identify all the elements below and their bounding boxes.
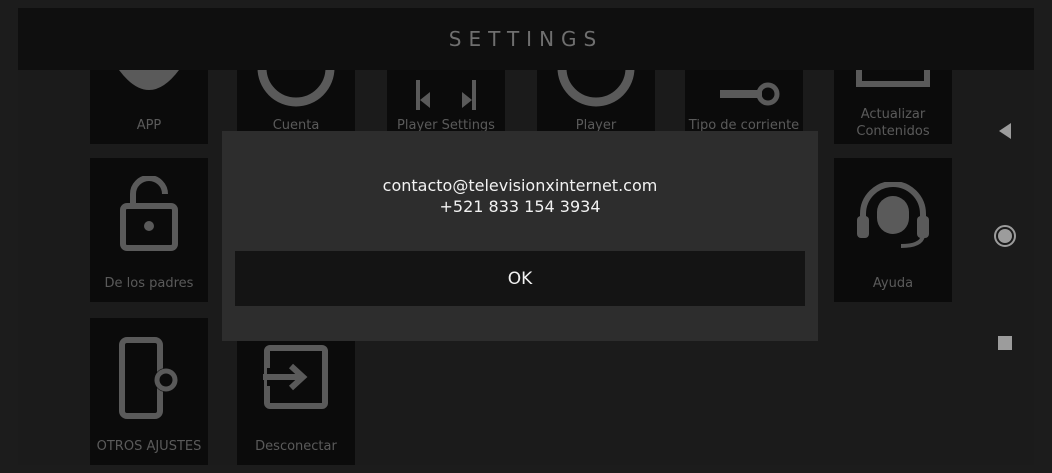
app-icon: [119, 70, 179, 90]
tile-de-los-padres[interactable]: De los padres: [90, 158, 208, 302]
lock-icon: [120, 176, 178, 251]
support-headset-icon: [857, 182, 929, 248]
tile-label: De los padres: [104, 276, 194, 291]
recents-icon[interactable]: [998, 336, 1012, 350]
update-icon: [856, 66, 930, 87]
contact-dialog: contacto@televisionxinternet.com +521 83…: [222, 131, 818, 341]
tile-label: Ayuda: [872, 276, 914, 291]
contact-phone: +521 833 154 3934: [439, 197, 601, 216]
tile-ayuda[interactable]: Ayuda: [834, 158, 952, 302]
system-navigation-bar: [976, 70, 1034, 465]
phone-settings-icon: [119, 337, 178, 419]
tile-label: Actualizar Contenidos: [856, 107, 930, 139]
logout-icon: [263, 345, 328, 409]
tile-otros-ajustes[interactable]: OTROS AJUSTES: [90, 318, 208, 465]
contact-email: contacto@televisionxinternet.com: [382, 176, 658, 195]
tile-label: Desconectar: [255, 439, 337, 454]
tile-label: OTROS AJUSTES: [96, 439, 202, 454]
back-icon[interactable]: [997, 122, 1013, 140]
player-icon: [557, 68, 635, 107]
page-title: SETTINGS: [448, 27, 604, 51]
stream-type-icon: [720, 82, 780, 106]
home-icon[interactable]: [993, 224, 1017, 248]
player-settings-icon: [416, 80, 476, 110]
account-icon: [257, 68, 335, 107]
header-bar: SETTINGS: [18, 8, 1034, 70]
tile-label: APP: [136, 118, 162, 133]
ok-button[interactable]: OK: [235, 251, 805, 306]
